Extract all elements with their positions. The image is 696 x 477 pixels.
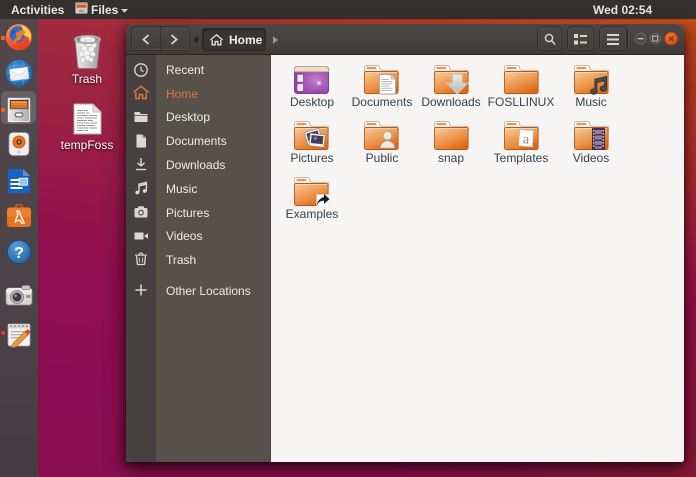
- svg-text:?: ?: [14, 245, 24, 262]
